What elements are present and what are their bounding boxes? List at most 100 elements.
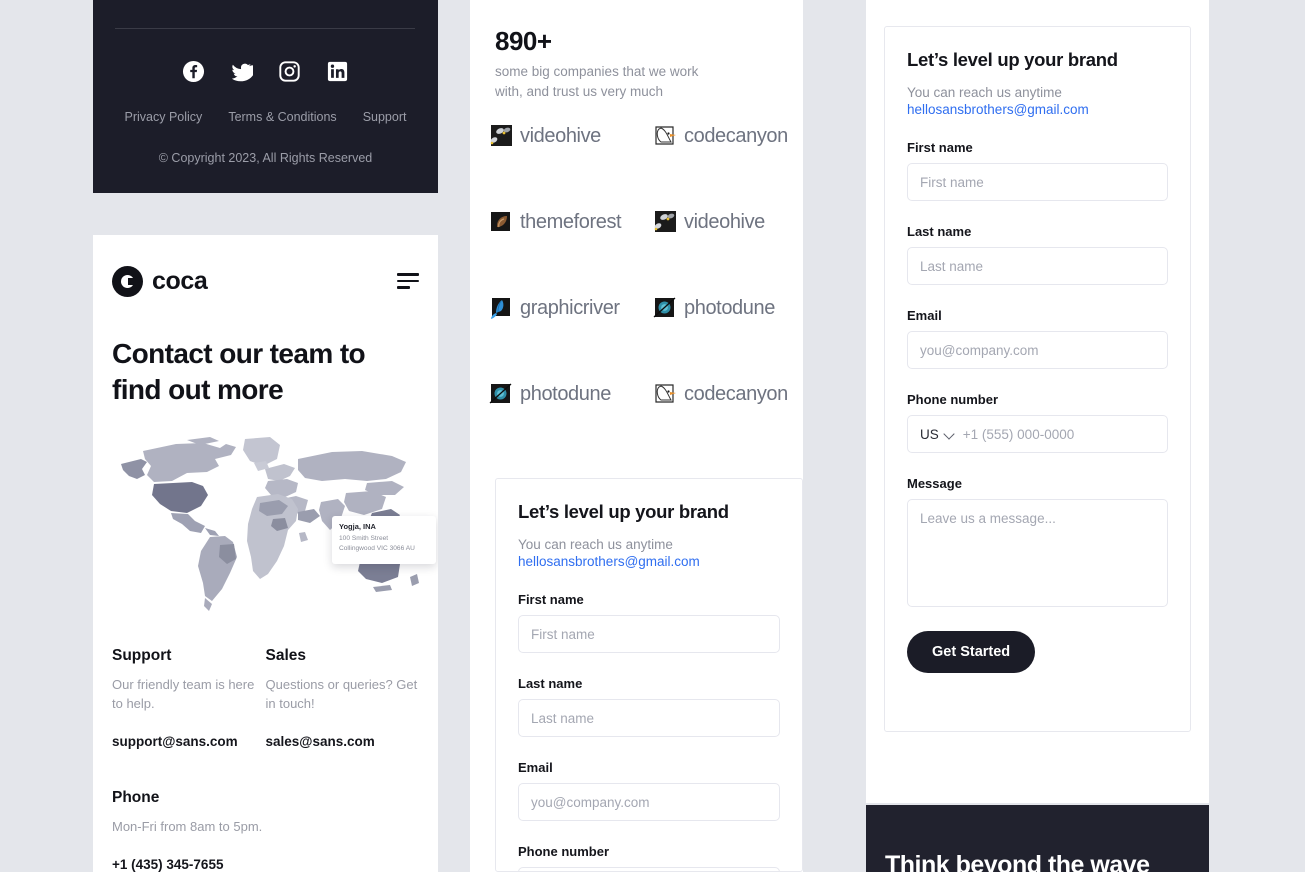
- coca-logo-mark-icon: [112, 265, 143, 297]
- cta-panel: Think beyond the wave: [866, 805, 1209, 872]
- instagram-icon[interactable]: [278, 60, 301, 83]
- codecanyon-logo-icon: [652, 123, 678, 149]
- country-code-value: US: [920, 426, 939, 442]
- client-logo-grid: videohive codecanyon themeforest videohi…: [488, 110, 788, 420]
- form-title: Let’s level up your brand: [907, 49, 1118, 70]
- list-item-label: videohive: [520, 124, 601, 147]
- form-reach-text: You can reach us anytime: [907, 85, 1062, 100]
- contact-row-2: Phone Mon-Fri from 8am to 5pm. +1 (435) …: [112, 789, 419, 872]
- get-started-button[interactable]: Get Started: [907, 631, 1036, 673]
- phone-label: Phone number: [907, 392, 999, 407]
- contact-row-1: Support Our friendly team is here to hel…: [112, 647, 419, 749]
- contact-form-right: Let’s level up your brand You can reach …: [884, 26, 1191, 732]
- email-label: Email: [518, 760, 553, 775]
- email-label: Email: [907, 308, 942, 323]
- phone-input[interactable]: [962, 426, 1167, 442]
- page-title: Contact our team to find out more: [112, 338, 366, 406]
- clients-subtitle: some big companies that we work with, an…: [495, 64, 699, 99]
- list-item-label: photodune: [684, 296, 775, 319]
- last-name-input[interactable]: [518, 699, 780, 737]
- clients-stat: 890+: [495, 26, 552, 56]
- contact-block-empty: [266, 789, 420, 872]
- first-name-input[interactable]: [518, 615, 780, 653]
- phone-field-group: US: [518, 867, 780, 871]
- list-item[interactable]: photodune: [638, 282, 788, 334]
- footer-links: Privacy Policy Terms & Conditions Suppor…: [93, 110, 438, 124]
- last-name-label: Last name: [907, 224, 972, 239]
- tooltip-address-line2: Collingwood VIC 3066 AU: [339, 544, 415, 552]
- photodune-logo-icon: [652, 295, 678, 321]
- world-map: Yogja, INA 100 Smith Street Collingwood …: [112, 433, 436, 621]
- message-textarea[interactable]: [907, 499, 1168, 607]
- contact-block-title: Sales: [265, 647, 307, 664]
- message-label: Message: [907, 476, 962, 491]
- twitter-icon[interactable]: [230, 60, 253, 83]
- list-item[interactable]: videohive: [638, 196, 788, 248]
- contact-block-desc: Mon-Fri from 8am to 5pm.: [112, 818, 263, 834]
- footer-link-terms-conditions[interactable]: Terms & Conditions: [228, 110, 336, 124]
- list-item-label: codecanyon: [684, 124, 788, 147]
- form-reach-text: You can reach us anytime: [518, 537, 673, 552]
- contact-info-grid: Support Our friendly team is here to hel…: [112, 647, 419, 872]
- email-input[interactable]: [518, 783, 780, 821]
- email-input[interactable]: [907, 331, 1168, 369]
- list-item[interactable]: photodune: [488, 368, 638, 420]
- list-item-label: videohive: [684, 210, 765, 233]
- contact-form-middle: Let’s level up your brand You can reach …: [495, 478, 803, 872]
- contact-block-sales: Sales Questions or queries? Get in touch…: [266, 647, 420, 749]
- contact-block-title: Support: [112, 647, 172, 664]
- list-item[interactable]: codecanyon: [638, 368, 788, 420]
- social-links-row: [93, 60, 438, 83]
- contact-block-email[interactable]: support@sans.com: [112, 734, 266, 749]
- list-item[interactable]: graphicriver: [488, 282, 638, 334]
- brand-name: coca: [152, 266, 208, 295]
- contact-block-phone-number[interactable]: +1 (435) 345-7655: [112, 857, 266, 872]
- photodune-logo-icon: [488, 381, 514, 407]
- contact-block-desc: Our friendly team is here to help.: [112, 677, 255, 711]
- list-item[interactable]: themeforest: [488, 196, 638, 248]
- hamburger-menu-icon[interactable]: [397, 273, 419, 289]
- themeforest-logo-icon: [488, 209, 514, 235]
- phone-label: Phone number: [518, 844, 610, 859]
- tooltip-city: Yogja, INA: [339, 522, 376, 531]
- list-item-label: graphicriver: [520, 296, 620, 319]
- list-item[interactable]: videohive: [488, 110, 638, 162]
- country-code-select[interactable]: US: [908, 427, 963, 442]
- list-item-label: codecanyon: [684, 382, 788, 405]
- last-name-input[interactable]: [907, 247, 1168, 285]
- footer-link-privacy-policy[interactable]: Privacy Policy: [125, 110, 203, 124]
- form-email-link[interactable]: hellosansbrothers@gmail.com: [907, 102, 1168, 117]
- graphicriver-logo-icon: [488, 295, 514, 321]
- cta-heading: Think beyond the wave: [885, 851, 1150, 872]
- linkedin-icon[interactable]: [326, 60, 349, 83]
- brand-logo[interactable]: coca: [112, 265, 208, 297]
- first-name-label: First name: [907, 140, 973, 155]
- phone-field-group: US: [907, 415, 1168, 453]
- last-name-label: Last name: [518, 676, 583, 691]
- contact-block-title: Phone: [112, 788, 160, 806]
- map-location-tooltip: Yogja, INA 100 Smith Street Collingwood …: [332, 516, 436, 564]
- list-item[interactable]: codecanyon: [638, 110, 788, 162]
- contact-panel: coca Contact our team to find out more Y…: [93, 235, 438, 872]
- contact-block-phone: Phone Mon-Fri from 8am to 5pm. +1 (435) …: [112, 789, 266, 872]
- footer-panel: Privacy Policy Terms & Conditions Suppor…: [93, 0, 438, 193]
- videohive-logo-icon: [652, 209, 678, 235]
- first-name-input[interactable]: [907, 163, 1168, 201]
- chevron-down-icon: [945, 430, 954, 439]
- footer-link-support[interactable]: Support: [363, 110, 407, 124]
- contact-panel-header: coca: [112, 264, 419, 298]
- form-email-link[interactable]: hellosansbrothers@gmail.com: [518, 554, 780, 569]
- contact-block-email[interactable]: sales@sans.com: [266, 734, 420, 749]
- list-item-label: photodune: [520, 382, 611, 405]
- form-title: Let’s level up your brand: [518, 501, 729, 522]
- codecanyon-logo-icon: [652, 381, 678, 407]
- footer-divider: [115, 28, 415, 29]
- contact-block-support: Support Our friendly team is here to hel…: [112, 647, 266, 749]
- videohive-logo-icon: [488, 123, 514, 149]
- contact-block-desc: Questions or queries? Get in touch!: [265, 677, 418, 711]
- screenshot-stage: Privacy Policy Terms & Conditions Suppor…: [0, 0, 1305, 872]
- first-name-label: First name: [518, 592, 584, 607]
- tooltip-address-line1: 100 Smith Street: [339, 535, 389, 542]
- footer-copyright: © Copyright 2023, All Rights Reserved: [158, 151, 373, 165]
- facebook-icon[interactable]: [182, 60, 205, 83]
